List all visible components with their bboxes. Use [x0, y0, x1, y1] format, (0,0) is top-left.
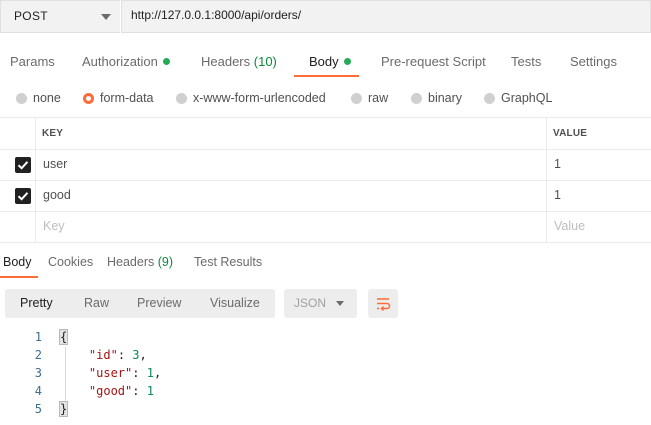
status-dot-icon [343, 58, 351, 65]
format-label: JSON [294, 296, 327, 310]
table-cell-value[interactable]: 1 [554, 188, 561, 202]
response-tab-headers-count: (9) [157, 255, 174, 269]
view-visualize-button[interactable]: Visualize [210, 296, 260, 310]
close-brace: } [58, 401, 69, 417]
line-number: 5 [34, 402, 42, 416]
new-key-input[interactable]: Key [43, 219, 65, 233]
tab-tests[interactable]: Tests [511, 54, 541, 69]
json-value: 1 [146, 384, 154, 398]
table-column-divider [546, 117, 547, 242]
response-tab-body[interactable]: Body [3, 255, 32, 269]
tab-prerequest-script[interactable]: Pre-request Script [381, 54, 486, 69]
code-line-open: { [58, 329, 69, 345]
response-tab-cookies[interactable]: Cookies [48, 255, 93, 269]
tab-body-label: Body [309, 54, 339, 69]
table-bottom-border [0, 242, 651, 243]
row-enabled-checkbox[interactable] [15, 188, 31, 204]
table-row-border [0, 211, 651, 212]
json-key: "user" [88, 366, 133, 380]
json-key: "id" [88, 348, 118, 362]
tab-headers-label: Headers [201, 54, 251, 69]
radio-urlencoded-label[interactable]: x-www-form-urlencoded [193, 91, 326, 105]
response-tab-headers-label: Headers [107, 255, 155, 269]
radio-graphql-label[interactable]: GraphQL [501, 91, 552, 105]
view-preview-button[interactable]: Preview [137, 296, 181, 310]
radio-graphql[interactable] [484, 93, 495, 104]
radio-urlencoded[interactable] [176, 93, 187, 104]
table-cell-key[interactable]: good [43, 188, 71, 202]
json-key: "good" [88, 384, 133, 398]
status-dot-icon [162, 58, 170, 65]
line-number: 1 [34, 330, 42, 344]
radio-form-data[interactable] [83, 93, 94, 104]
line-number: 4 [34, 384, 42, 398]
open-brace: { [58, 329, 69, 345]
radio-form-data-label[interactable]: form-data [100, 91, 154, 105]
view-raw-button[interactable]: Raw [84, 296, 109, 310]
tab-body[interactable]: Body [309, 54, 351, 69]
radio-binary-label[interactable]: binary [428, 91, 462, 105]
column-header-value: VALUE [553, 128, 588, 139]
new-value-input[interactable]: Value [554, 219, 585, 233]
table-cell-key[interactable]: user [43, 157, 67, 171]
response-tab-headers[interactable]: Headers (9) [107, 255, 173, 269]
json-comma: , [139, 348, 147, 362]
checkmark-icon [17, 192, 29, 201]
code-line-field: "id": 3, [88, 348, 147, 362]
code-line-field: "good": 1 [88, 384, 154, 398]
table-cell-value[interactable]: 1 [554, 157, 561, 171]
wrap-lines-button[interactable] [368, 289, 398, 318]
method-label: POST [14, 9, 48, 23]
tab-headers[interactable]: Headers (10) [201, 54, 277, 69]
json-value: 1 [146, 366, 154, 380]
table-column-divider [35, 117, 36, 242]
tab-headers-count: (10) [253, 54, 277, 69]
code-line-close: } [58, 401, 69, 417]
tab-params[interactable]: Params [10, 54, 55, 69]
column-header-key: KEY [42, 128, 64, 139]
wrap-lines-icon [377, 298, 391, 312]
url-text: http://127.0.0.1:8000/api/orders/ [131, 8, 302, 22]
active-tab-indicator [294, 75, 359, 77]
line-number: 3 [34, 366, 42, 380]
radio-none-label[interactable]: none [33, 91, 61, 105]
radio-binary[interactable] [411, 93, 422, 104]
radio-none[interactable] [16, 93, 27, 104]
active-response-tab-indicator [0, 276, 38, 278]
table-top-border [0, 117, 651, 118]
view-pretty-button[interactable]: Pretty [20, 296, 53, 310]
chevron-down-icon[interactable] [101, 14, 111, 20]
tab-settings[interactable]: Settings [570, 54, 617, 69]
radio-raw-label[interactable]: raw [368, 91, 388, 105]
radio-raw[interactable] [351, 93, 362, 104]
checkmark-icon [17, 161, 29, 170]
response-tab-test-results[interactable]: Test Results [194, 255, 262, 269]
json-value: 3 [132, 348, 140, 362]
tab-authorization[interactable]: Authorization [82, 54, 170, 69]
chevron-down-icon [336, 301, 344, 306]
code-line-field: "user": 1, [88, 366, 162, 380]
json-comma: , [153, 366, 162, 380]
tab-authorization-label: Authorization [82, 54, 158, 69]
table-header-border [0, 149, 651, 150]
row-enabled-checkbox[interactable] [15, 157, 31, 173]
line-number: 2 [34, 348, 42, 362]
table-row-border [0, 180, 651, 181]
